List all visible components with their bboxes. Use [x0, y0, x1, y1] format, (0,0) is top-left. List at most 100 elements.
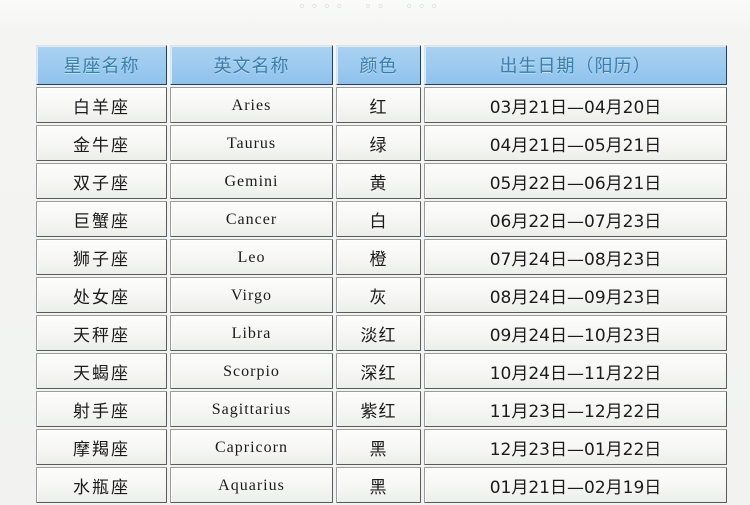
- cell-color: 黑: [336, 467, 421, 503]
- table-header: 星座名称 英文名称 颜色 出生日期（阳历）: [36, 45, 727, 85]
- cell-english-name-text: Libra: [231, 325, 272, 342]
- cell-birth-date: 06月22日—07月23日: [424, 201, 727, 237]
- cell-zodiac-name-text: 狮子座: [73, 249, 130, 270]
- cell-english-name-text: Capricorn: [215, 439, 288, 456]
- zodiac-table: 星座名称 英文名称 颜色 出生日期（阳历） 白羊座 Aries 红 03月21日—04…: [33, 43, 730, 505]
- table-row: 巨蟹座 Cancer 白 06月22日—07月23日: [36, 201, 727, 237]
- cell-english-name-text: Virgo: [230, 287, 273, 304]
- column-header-birth-date-label: 出生日期（阳历）: [499, 56, 652, 77]
- cell-english-name: Taurus: [170, 125, 333, 161]
- page-canvas: 。。。。 。。 。。。 星座名称 英文名称 颜色 出生日期（阳历） 白羊座 Ar…: [0, 0, 750, 503]
- cell-zodiac-name-text: 双子座: [73, 173, 130, 194]
- cell-english-name: Sagittarius: [170, 391, 333, 427]
- cell-color-text: 红: [369, 97, 388, 118]
- cell-color-text: 黑: [369, 477, 388, 498]
- cell-color: 黄: [336, 163, 421, 199]
- cell-birth-date: 01月21日—02月19日: [424, 467, 727, 503]
- cell-birth-date: 03月21日—04月20日: [424, 87, 727, 123]
- cell-english-name: Virgo: [170, 277, 333, 313]
- cell-english-name: Libra: [170, 315, 333, 351]
- cell-zodiac-name-text: 摩羯座: [73, 439, 130, 460]
- column-header-name: 星座名称: [36, 45, 167, 85]
- cell-zodiac-name: 天秤座: [36, 315, 167, 351]
- cell-color-text: 黄: [369, 173, 388, 194]
- column-header-english-name: 英文名称: [170, 45, 333, 85]
- cell-english-name-text: Scorpio: [223, 363, 280, 380]
- table-row: 摩羯座 Capricorn 黑 12月23日—01月22日: [36, 429, 727, 465]
- table-row: 水瓶座 Aquarius 黑 01月21日—02月19日: [36, 467, 727, 503]
- cell-birth-date-text: 12月23日—01月22日: [489, 439, 662, 460]
- cell-color: 灰: [336, 277, 421, 313]
- cell-color-text: 黑: [369, 439, 388, 460]
- cell-zodiac-name: 摩羯座: [36, 429, 167, 465]
- cell-birth-date-text: 10月24日—11月22日: [489, 363, 662, 384]
- cell-english-name: Scorpio: [170, 353, 333, 389]
- table-body: 白羊座 Aries 红 03月21日—04月20日金牛座 Taurus 绿 04月21日—0…: [36, 87, 727, 503]
- table-row: 处女座 Virgo 灰 08月24日—09月23日: [36, 277, 727, 313]
- cell-english-name-text: Aquarius: [218, 477, 285, 494]
- cell-birth-date-text: 03月21日—04月20日: [489, 97, 662, 118]
- cell-color: 橙: [336, 239, 421, 275]
- table-row: 白羊座 Aries 红 03月21日—04月20日: [36, 87, 727, 123]
- cell-color-text: 深红: [360, 363, 397, 384]
- cell-color: 紫红: [336, 391, 421, 427]
- cell-birth-date: 04月21日—05月21日: [424, 125, 727, 161]
- cell-color: 绿: [336, 125, 421, 161]
- cell-zodiac-name: 水瓶座: [36, 467, 167, 503]
- clipped-top-text: 。。。。 。。 。。。: [299, 0, 451, 10]
- cell-color: 深红: [336, 353, 421, 389]
- cell-color: 红: [336, 87, 421, 123]
- cell-birth-date: 10月24日—11月22日: [424, 353, 727, 389]
- cell-english-name-text: Aries: [231, 97, 272, 114]
- cell-english-name-text: Gemini: [224, 173, 279, 190]
- cell-zodiac-name: 狮子座: [36, 239, 167, 275]
- cell-birth-date-text: 04月21日—05月21日: [489, 135, 662, 156]
- cell-birth-date: 07月24日—08月23日: [424, 239, 727, 275]
- cell-english-name-text: Cancer: [225, 211, 278, 228]
- cell-english-name-text: Leo: [237, 249, 266, 266]
- cell-color: 黑: [336, 429, 421, 465]
- table-row: 金牛座 Taurus 绿 04月21日—05月21日: [36, 125, 727, 161]
- cell-color-text: 灰: [369, 287, 388, 308]
- cell-color-text: 绿: [369, 135, 388, 156]
- cell-birth-date: 05月22日—06月21日: [424, 163, 727, 199]
- cell-zodiac-name: 天蝎座: [36, 353, 167, 389]
- cell-zodiac-name: 双子座: [36, 163, 167, 199]
- cell-english-name: Leo: [170, 239, 333, 275]
- cell-birth-date-text: 07月24日—08月23日: [489, 249, 662, 270]
- cell-zodiac-name: 射手座: [36, 391, 167, 427]
- cell-birth-date: 08月24日—09月23日: [424, 277, 727, 313]
- cell-english-name: Aries: [170, 87, 333, 123]
- cell-color: 淡红: [336, 315, 421, 351]
- cell-english-name: Aquarius: [170, 467, 333, 503]
- cell-english-name: Cancer: [170, 201, 333, 237]
- cell-birth-date-text: 08月24日—09月23日: [489, 287, 662, 308]
- cell-color-text: 白: [369, 211, 388, 232]
- cell-english-name-text: Sagittarius: [211, 401, 292, 418]
- cell-color-text: 紫红: [360, 401, 397, 422]
- cell-birth-date-text: 05月22日—06月21日: [489, 173, 662, 194]
- cell-color: 白: [336, 201, 421, 237]
- cell-color-text: 淡红: [360, 325, 397, 346]
- cell-english-name: Gemini: [170, 163, 333, 199]
- column-header-color: 颜色: [336, 45, 421, 85]
- cell-zodiac-name-text: 巨蟹座: [73, 211, 130, 232]
- cell-zodiac-name: 金牛座: [36, 125, 167, 161]
- cell-zodiac-name-text: 天蝎座: [73, 363, 130, 384]
- cell-birth-date: 12月23日—01月22日: [424, 429, 727, 465]
- table-row: 天秤座 Libra 淡红 09月24日—10月23日: [36, 315, 727, 351]
- cell-zodiac-name-text: 处女座: [73, 287, 130, 308]
- cell-zodiac-name: 处女座: [36, 277, 167, 313]
- cell-zodiac-name: 白羊座: [36, 87, 167, 123]
- cell-birth-date-text: 06月22日—07月23日: [489, 211, 662, 232]
- column-header-name-label: 星座名称: [63, 56, 140, 77]
- cell-zodiac-name: 巨蟹座: [36, 201, 167, 237]
- table-header-row: 星座名称 英文名称 颜色 出生日期（阳历）: [36, 45, 727, 85]
- cell-birth-date: 09月24日—10月23日: [424, 315, 727, 351]
- cell-birth-date-text: 11月23日—12月22日: [489, 401, 662, 422]
- table-row: 射手座 Sagittarius 紫红 11月23日—12月22日: [36, 391, 727, 427]
- cell-color-text: 橙: [369, 249, 388, 270]
- table-row: 狮子座 Leo 橙 07月24日—08月23日: [36, 239, 727, 275]
- table-row: 天蝎座 Scorpio 深红 10月24日—11月22日: [36, 353, 727, 389]
- column-header-color-label: 颜色: [359, 56, 398, 77]
